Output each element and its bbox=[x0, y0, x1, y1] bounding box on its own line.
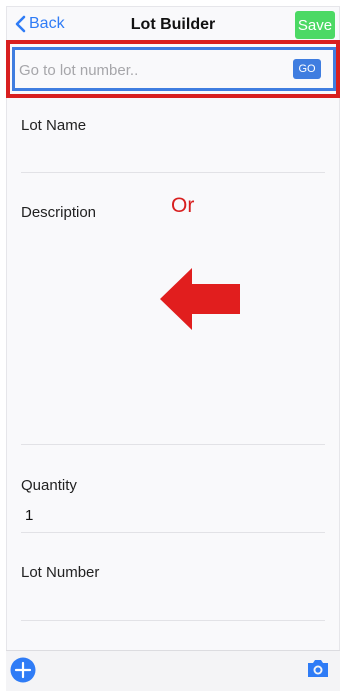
annotation-or-text: Or bbox=[171, 194, 195, 217]
lot-number-search-input[interactable] bbox=[17, 56, 281, 84]
page-title: Lot Builder bbox=[130, 16, 216, 33]
description-field[interactable] bbox=[21, 228, 325, 442]
bottom-toolbar bbox=[6, 650, 340, 691]
lot-number-label: Lot Number bbox=[21, 564, 100, 581]
divider bbox=[21, 444, 325, 445]
save-button[interactable]: Save bbox=[295, 11, 335, 39]
lot-name-field[interactable] bbox=[21, 140, 325, 170]
plus-circle-icon[interactable] bbox=[10, 657, 36, 683]
left-arrow-icon bbox=[160, 268, 240, 330]
camera-icon[interactable] bbox=[306, 658, 330, 678]
lot-search-bar: GO bbox=[12, 47, 336, 91]
lot-number-field[interactable] bbox=[21, 588, 325, 618]
lot-name-label: Lot Name bbox=[21, 117, 87, 134]
divider bbox=[21, 532, 325, 533]
go-button[interactable]: GO bbox=[293, 59, 321, 79]
divider bbox=[21, 620, 325, 621]
nav-bar: Back Lot Builder Save bbox=[6, 6, 340, 44]
description-label: Description bbox=[21, 204, 97, 221]
quantity-label: Quantity bbox=[21, 477, 77, 494]
divider bbox=[21, 172, 325, 173]
quantity-field[interactable]: 1 bbox=[25, 507, 33, 524]
